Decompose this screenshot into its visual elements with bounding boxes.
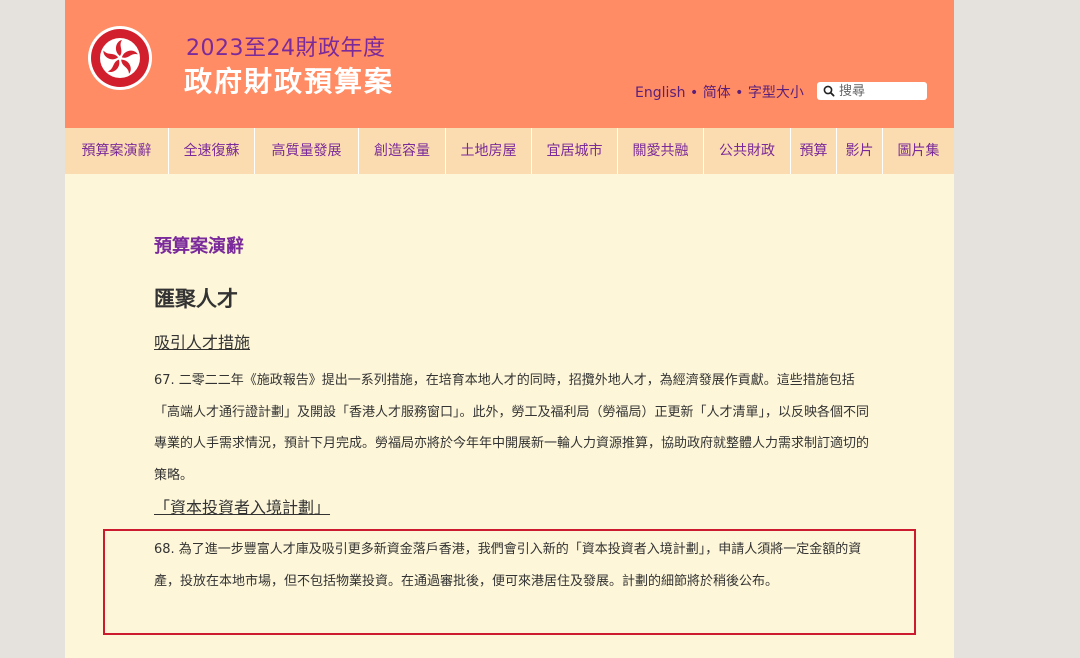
paragraph-67: 67. 二零二二年《施政報告》提出一系列措施，在培育本地人才的同時，招攬外地人才… (154, 373, 870, 483)
simplified-chinese-link[interactable]: 简体 (703, 85, 731, 101)
subheading-talent-measures: 吸引人才措施 (154, 333, 251, 352)
separator: • (685, 85, 703, 101)
budget-main-title: 政府財政預算案 (184, 65, 395, 98)
highlight-box (103, 529, 916, 635)
header: 2023至24財政年度 政府財政預算案 English • 简体 • 字型大小 (65, 0, 954, 128)
nav-item-full-recovery[interactable]: 全速復蘇 (169, 128, 255, 174)
search-icon[interactable] (821, 83, 837, 99)
budget-year-title: 2023至24財政年度 (186, 36, 386, 61)
main-nav: 預算案演辭 全速復蘇 高質量發展 創造容量 土地房屋 宜居城市 關愛共融 公共財… (65, 128, 954, 174)
top-links: English • 简体 • 字型大小 (635, 82, 804, 102)
section-title: 預算案演辭 (154, 236, 244, 257)
nav-item-budget-speech[interactable]: 預算案演辭 (65, 128, 169, 174)
english-link[interactable]: English (635, 85, 686, 101)
search-input[interactable] (837, 83, 923, 99)
font-size-link[interactable]: 字型大小 (748, 85, 804, 101)
search-box[interactable] (817, 82, 927, 100)
nav-item-create-capacity[interactable]: 創造容量 (359, 128, 446, 174)
subheading-capital-investment-scheme: 「資本投資者入境計劃」 (154, 498, 331, 517)
page-heading: 匯聚人才 (154, 287, 238, 311)
hong-kong-emblem-icon[interactable] (87, 25, 153, 91)
nav-item-videos[interactable]: 影片 (837, 128, 883, 174)
nav-item-high-quality-development[interactable]: 高質量發展 (255, 128, 359, 174)
nav-item-caring-inclusive[interactable]: 關愛共融 (618, 128, 704, 174)
nav-item-estimates[interactable]: 預算 (791, 128, 837, 174)
nav-item-land-housing[interactable]: 土地房屋 (446, 128, 532, 174)
nav-item-photo-gallery[interactable]: 圖片集 (883, 128, 954, 174)
nav-item-liveable-city[interactable]: 宜居城市 (532, 128, 618, 174)
nav-item-public-finances[interactable]: 公共財政 (704, 128, 791, 174)
separator: • (730, 85, 748, 101)
